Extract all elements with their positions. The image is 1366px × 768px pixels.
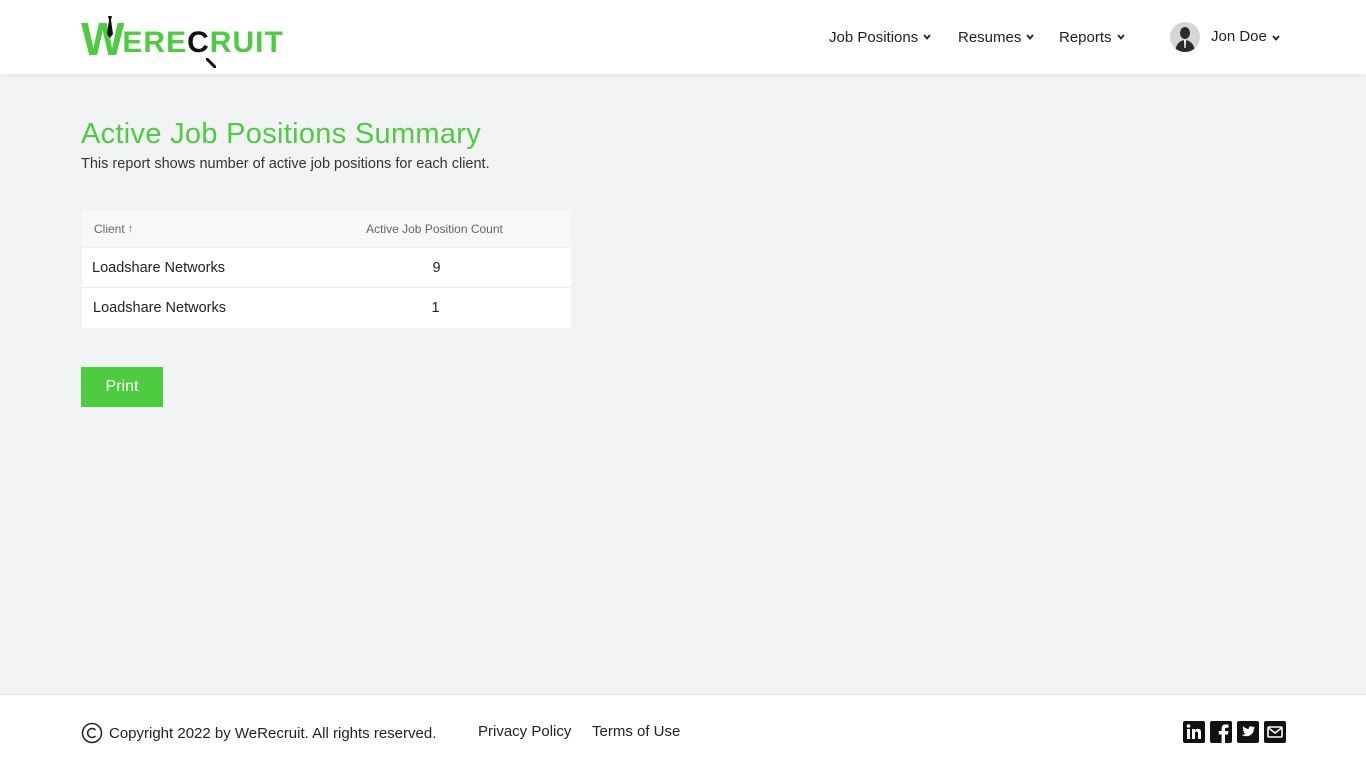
footer: Copyright 2022 by WeRecruit. All rights … <box>0 694 1366 768</box>
nav-job-positions[interactable]: Job Positions <box>829 29 932 46</box>
cell-count: 1 <box>431 300 440 316</box>
privacy-policy-link[interactable]: Privacy Policy <box>478 723 571 740</box>
cell-client: Loadshare Networks <box>92 259 225 276</box>
werecruit-logo[interactable]: W ERE C RUIT <box>81 12 291 68</box>
sort-ascending-icon: ↑ <box>127 222 134 235</box>
user-menu[interactable]: Jon Doe <box>1211 28 1281 45</box>
nav-resumes[interactable]: Resumes <box>958 29 1035 46</box>
chevron-down-icon <box>1116 34 1125 40</box>
logo-letter-w: W <box>81 13 124 65</box>
chevron-down-icon <box>923 34 931 40</box>
column-header-count[interactable]: Active Job Position Count <box>312 222 557 236</box>
nav-reports-label: Reports <box>1059 28 1112 46</box>
linkedin-icon[interactable] <box>1183 721 1205 743</box>
magnifier-handle-icon <box>205 58 216 68</box>
logo-letter-c: C <box>187 26 216 68</box>
email-icon[interactable] <box>1264 721 1286 743</box>
facebook-icon[interactable] <box>1210 721 1232 743</box>
nav-job-positions-label: Job Positions <box>829 28 919 46</box>
chevron-down-icon <box>1026 34 1035 40</box>
user-name: Jon Doe <box>1211 28 1267 45</box>
top-header: W ERE C RUIT Job Positions Resumes Repor… <box>0 0 1366 74</box>
twitter-icon[interactable] <box>1237 721 1259 743</box>
copyright-icon <box>81 722 103 744</box>
cell-count: 9 <box>432 259 441 276</box>
nav-resumes-label: Resumes <box>958 28 1022 46</box>
logo-part-ruit: RUIT <box>209 26 284 59</box>
table-row: Loadshare Networks 1 <box>82 288 571 328</box>
terms-of-use-link[interactable]: Terms of Use <box>592 723 680 740</box>
page-subtitle: This report shows number of active job p… <box>81 156 490 172</box>
tie-icon <box>107 16 113 38</box>
user-silhouette-icon <box>1170 22 1200 52</box>
cell-client: Loadshare Networks <box>93 300 226 316</box>
print-button[interactable]: Print <box>81 367 163 407</box>
table-header: Client ↑ Active Job Position Count <box>82 210 571 248</box>
chevron-down-icon <box>1272 35 1280 41</box>
active-positions-table: Client ↑ Active Job Position Count Loads… <box>82 210 571 328</box>
nav-reports[interactable]: Reports <box>1059 29 1126 46</box>
column-header-client-label: Client <box>94 221 125 236</box>
table-row: Loadshare Networks 9 <box>82 248 571 288</box>
user-avatar[interactable] <box>1170 22 1200 52</box>
copyright: Copyright 2022 by WeRecruit. All rights … <box>81 722 436 744</box>
column-header-client[interactable]: Client ↑ <box>82 222 312 236</box>
logo-part-ere: ERE <box>122 26 188 59</box>
logo-text: ERE C RUIT <box>122 26 284 68</box>
logo-c-text: C <box>187 26 210 59</box>
copyright-text: Copyright 2022 by WeRecruit. All rights … <box>109 724 437 742</box>
page-title: Active Job Positions Summary <box>81 118 482 150</box>
